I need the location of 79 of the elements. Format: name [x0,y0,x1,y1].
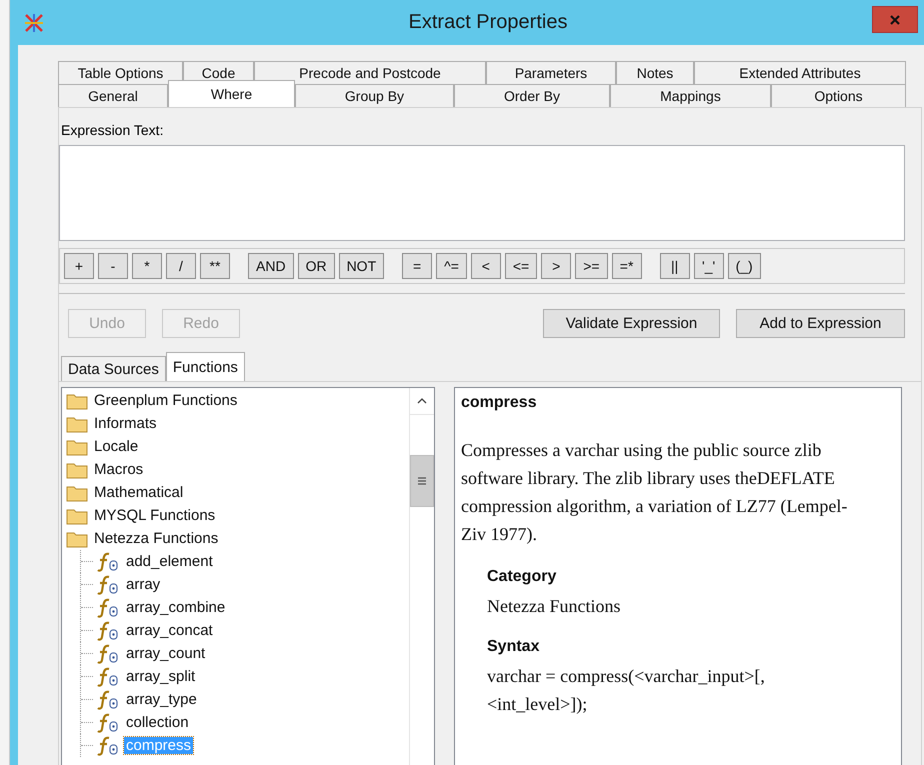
window-title: Extract Properties [408,11,568,34]
tab[interactable]: Notes [616,61,694,84]
tree-item[interactable]: array_count [124,645,208,662]
tree-item[interactable]: array_type [124,691,199,708]
expression-field[interactable] [59,145,905,241]
folder-icon [66,506,88,524]
tab[interactable]: Extended Attributes [694,61,906,84]
section-text: Netezza Functions [487,595,620,618]
close-icon [889,14,901,26]
operator-button[interactable]: AND [248,253,294,279]
tree-item[interactable]: MYSQL Functions [92,507,218,524]
function-name: compress [461,394,537,412]
function-icon [96,666,120,686]
tree-item[interactable]: array_concat [124,622,215,639]
tab[interactable]: Functions [166,352,245,381]
grip-icon [418,477,426,485]
operator-button[interactable]: - [98,253,128,279]
action-button[interactable]: Add to Expression [736,309,905,338]
tree-item[interactable]: collection [124,714,191,731]
operator-button[interactable]: < [470,253,501,279]
tree-item[interactable]: Greenplum Functions [92,392,240,409]
tree-item[interactable]: Macros [92,461,146,478]
operator-button[interactable]: || [660,253,690,279]
close-button[interactable] [872,6,918,33]
tree-item[interactable]: Mathematical [92,484,186,501]
tab[interactable]: Data Sources [61,356,166,381]
operator-button[interactable]: OR [298,253,335,279]
section-text: varchar = compress(<varchar_input>[, <int_level>]); [487,665,766,716]
folder-icon [66,414,88,432]
tree-item[interactable]: array_combine [124,599,228,616]
operator-button[interactable]: / [166,253,196,279]
operator-button[interactable]: NOT [338,253,384,279]
expression-label: Expression Text: [61,122,164,138]
folder-icon [66,460,88,478]
operator-button[interactable]: <= [504,253,538,279]
tab[interactable]: General [58,84,168,107]
tree-item[interactable]: array [124,576,162,593]
function-icon [96,712,120,732]
tab[interactable]: Where [168,80,295,107]
operator-button[interactable]: >= [575,253,608,279]
operator-button[interactable]: > [541,253,572,279]
function-description: Compresses a varchar using the public source zlib software library. The zlib library uses theDEFLATE compression algorithm, a variation of LZ77 (Lempel-Ziv 1977). [461,439,848,546]
tree-item[interactable]: Netezza Functions [92,530,220,547]
action-button[interactable]: Validate Expression [543,309,720,338]
function-icon [96,574,120,594]
scroll-thumb[interactable] [410,455,434,507]
tab[interactable]: Mappings [610,84,771,107]
tab[interactable]: Table Options [58,61,183,84]
operator-button[interactable]: + [64,253,94,279]
tab[interactable]: Options [771,84,906,107]
folder-icon [66,392,88,410]
function-icon [96,644,120,664]
function-icon [96,736,120,756]
operator-button[interactable]: ^= [436,253,467,279]
app-icon [24,12,44,32]
operator-button[interactable]: '_' [694,253,724,279]
folder-icon [66,438,88,456]
tree-item[interactable]: Informats [92,415,159,432]
section-heading: Syntax [487,638,540,656]
folder-icon [66,530,88,548]
tree-item[interactable]: array_split [124,668,198,685]
operator-button[interactable]: (_) [728,253,761,279]
tree-item[interactable]: add_element [124,553,215,570]
tab[interactable]: Group By [295,84,454,107]
operator-button[interactable]: * [132,253,162,279]
tree-item[interactable]: Locale [92,438,140,455]
scrollbar[interactable] [409,388,434,765]
tab[interactable]: Precode and Postcode [254,61,486,84]
operator-button[interactable]: =* [612,253,642,279]
tab[interactable]: Parameters [486,61,616,84]
section-heading: Category [487,568,556,586]
folder-icon [66,484,88,502]
function-icon [96,620,120,640]
tab[interactable]: Order By [454,84,610,107]
function-icon [96,690,120,710]
function-icon [96,552,120,572]
function-icon [96,598,120,618]
operator-button[interactable]: ** [200,253,230,279]
operator-button[interactable]: = [402,253,432,279]
